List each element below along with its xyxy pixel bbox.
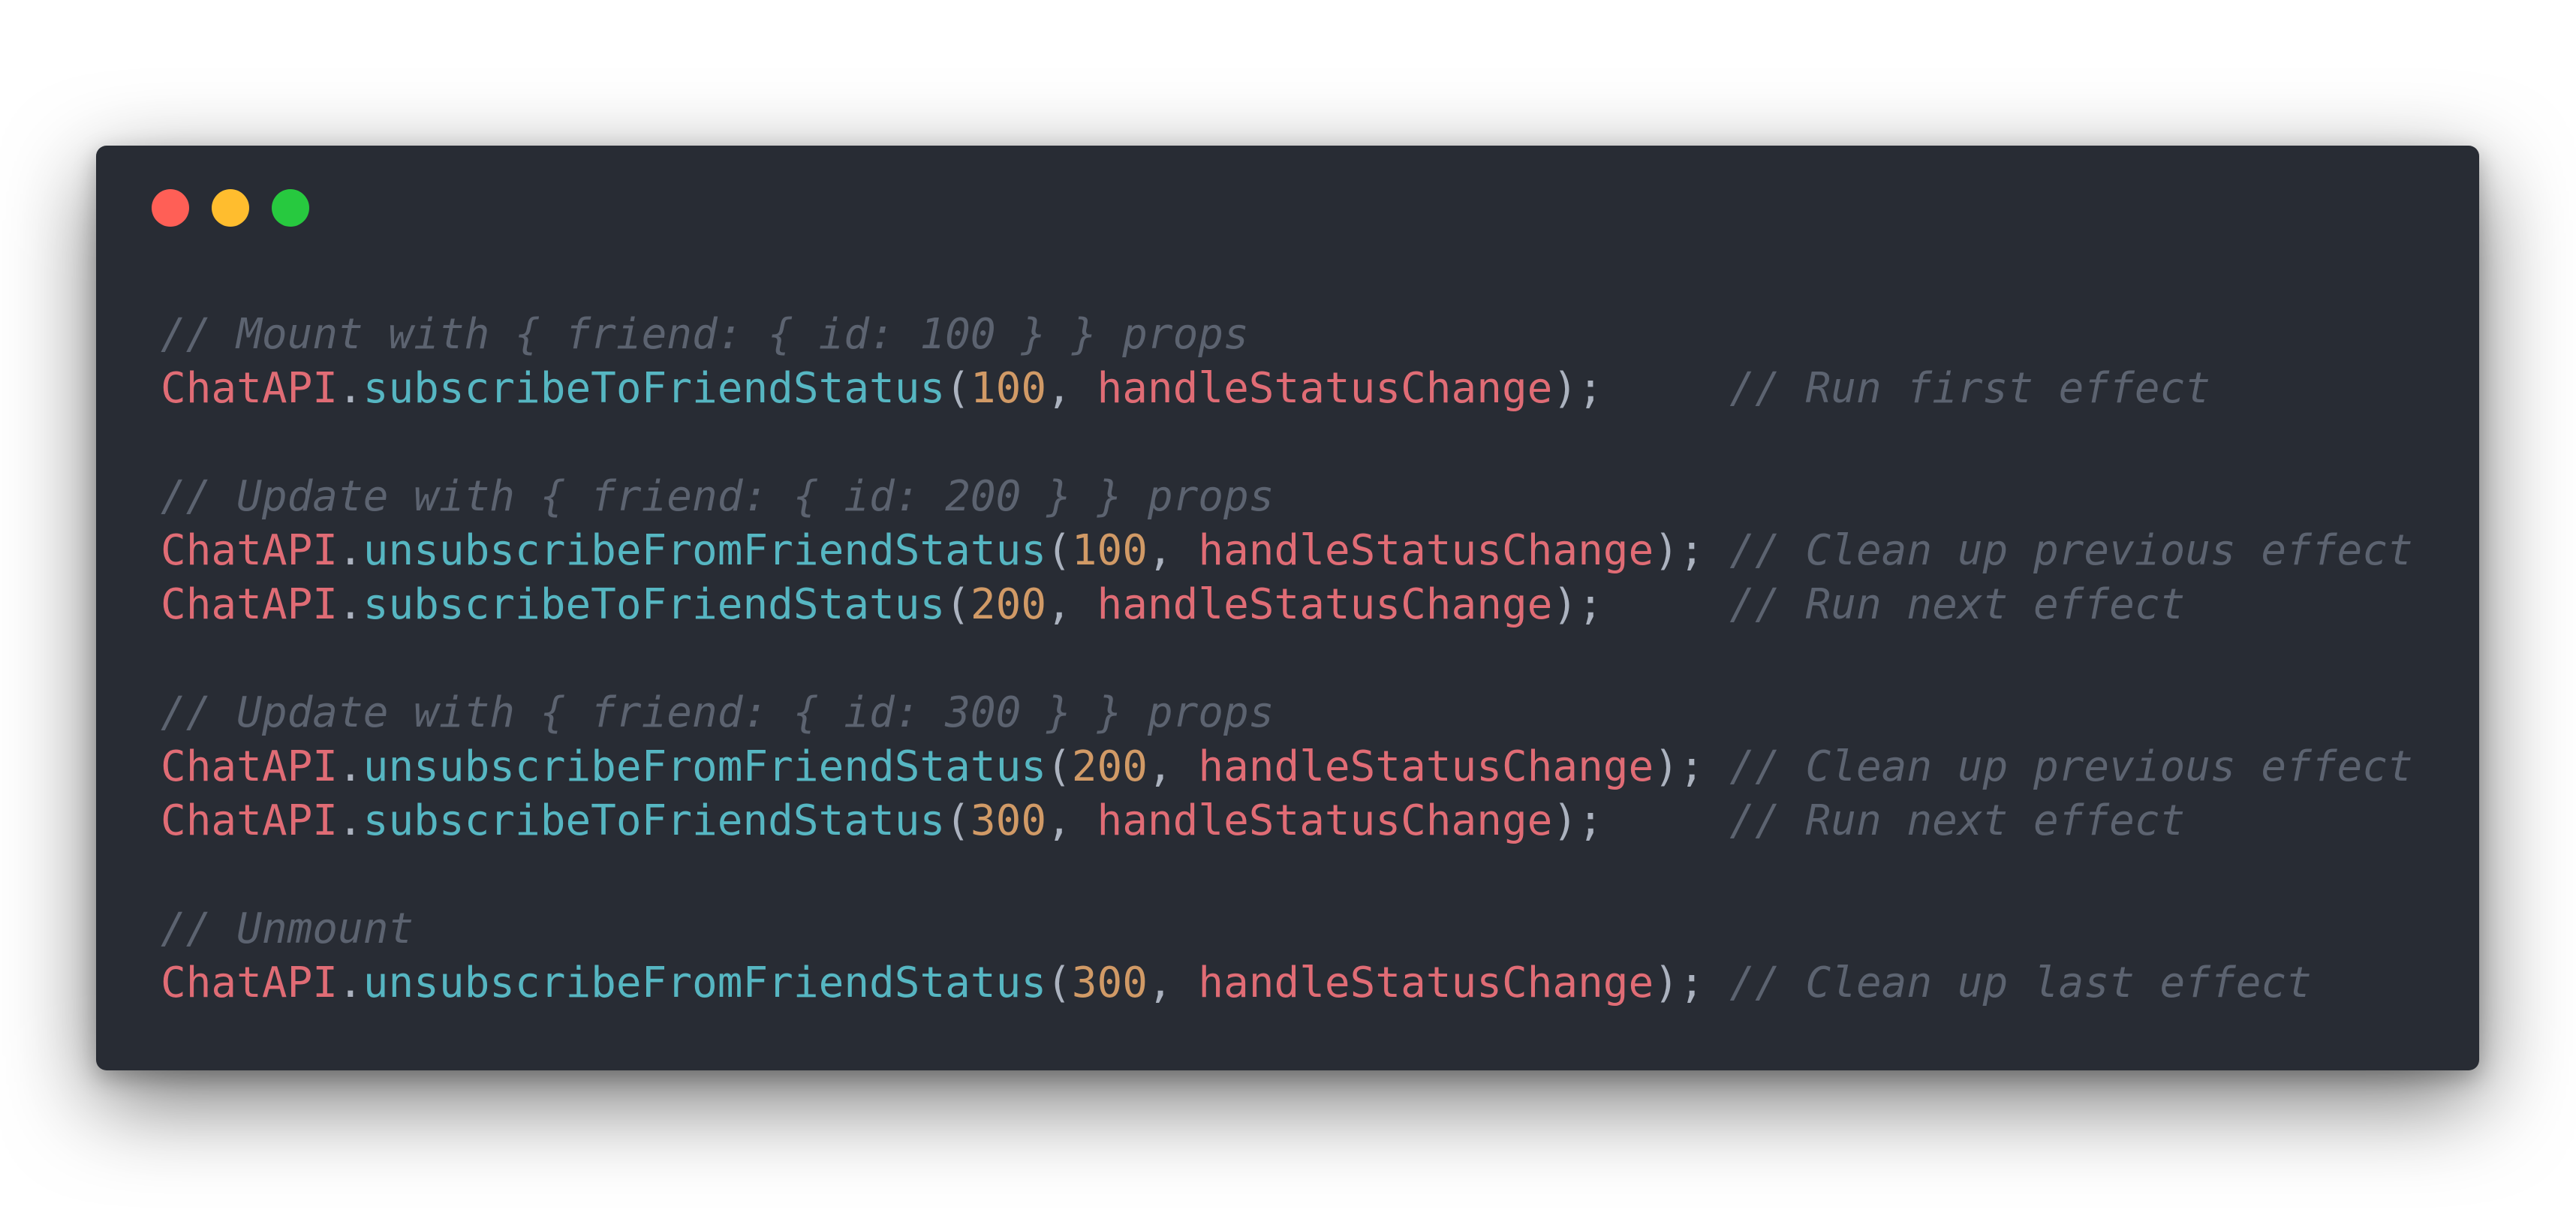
code-open-paren: ( bbox=[945, 580, 971, 629]
code-dot: . bbox=[338, 364, 363, 413]
code-close: ); bbox=[1654, 526, 1705, 575]
code-separator: , bbox=[1046, 364, 1097, 413]
close-dot-icon[interactable] bbox=[152, 189, 189, 227]
maximize-dot-icon[interactable] bbox=[272, 189, 309, 227]
code-comment-line: // Update with { friend: { id: 200 } } p… bbox=[161, 472, 1274, 521]
code-comment-line: // Unmount bbox=[161, 904, 414, 953]
code-padding bbox=[1603, 364, 1730, 413]
code-number: 200 bbox=[1071, 742, 1148, 791]
code-trailing-comment: // Clean up previous effect bbox=[1729, 742, 2413, 791]
code-close: ); bbox=[1654, 959, 1705, 1007]
code-number: 100 bbox=[1071, 526, 1148, 575]
code-line: ChatAPI.subscribeToFriendStatus(200, han… bbox=[161, 578, 2413, 632]
code-open-paren: ( bbox=[1046, 959, 1072, 1007]
code-separator: , bbox=[1046, 796, 1097, 845]
code-separator: , bbox=[1147, 959, 1199, 1007]
code-function: subscribeToFriendStatus bbox=[363, 364, 946, 413]
code-line: ChatAPI.unsubscribeFromFriendStatus(200,… bbox=[161, 740, 2413, 794]
code-object: ChatAPI bbox=[161, 796, 339, 845]
code-trailing-comment: // Run first effect bbox=[1729, 364, 2210, 413]
code-dot: . bbox=[338, 959, 363, 1007]
code-close: ); bbox=[1552, 364, 1603, 413]
code-padding bbox=[1603, 796, 1730, 845]
code-line: ChatAPI.subscribeToFriendStatus(300, han… bbox=[161, 794, 2413, 848]
code-trailing-comment: // Run next effect bbox=[1729, 580, 2186, 629]
code-close: ); bbox=[1552, 796, 1603, 845]
code-line: ChatAPI.subscribeToFriendStatus(100, han… bbox=[161, 362, 2413, 416]
code-function: unsubscribeFromFriendStatus bbox=[363, 959, 1047, 1007]
code-open-paren: ( bbox=[945, 796, 971, 845]
code-dot: . bbox=[338, 580, 363, 629]
code-trailing-comment: // Run next effect bbox=[1729, 796, 2186, 845]
code-padding bbox=[1705, 742, 1730, 791]
code-close: ); bbox=[1654, 742, 1705, 791]
code-param: handleStatusChange bbox=[1198, 959, 1654, 1007]
code-block: // Mount with { friend: { id: 100 } } pr… bbox=[161, 308, 2413, 1010]
code-param: handleStatusChange bbox=[1097, 796, 1553, 845]
code-dot: . bbox=[338, 742, 363, 791]
code-param: handleStatusChange bbox=[1198, 742, 1654, 791]
code-object: ChatAPI bbox=[161, 742, 339, 791]
code-comment-line: // Update with { friend: { id: 300 } } p… bbox=[161, 688, 1274, 737]
minimize-dot-icon[interactable] bbox=[212, 189, 249, 227]
code-object: ChatAPI bbox=[161, 580, 339, 629]
code-separator: , bbox=[1147, 742, 1199, 791]
code-param: handleStatusChange bbox=[1097, 364, 1553, 413]
code-number: 200 bbox=[970, 580, 1047, 629]
code-number: 100 bbox=[970, 364, 1047, 413]
code-function: subscribeToFriendStatus bbox=[363, 796, 946, 845]
code-line: ChatAPI.unsubscribeFromFriendStatus(300,… bbox=[161, 956, 2413, 1010]
code-dot: . bbox=[338, 526, 363, 575]
code-number: 300 bbox=[970, 796, 1047, 845]
code-padding bbox=[1705, 526, 1730, 575]
code-object: ChatAPI bbox=[161, 959, 339, 1007]
code-object: ChatAPI bbox=[161, 364, 339, 413]
code-close: ); bbox=[1552, 580, 1603, 629]
code-padding bbox=[1705, 959, 1730, 1007]
code-separator: , bbox=[1046, 580, 1097, 629]
code-param: handleStatusChange bbox=[1198, 526, 1654, 575]
code-separator: , bbox=[1147, 526, 1199, 575]
code-padding bbox=[1603, 580, 1730, 629]
code-open-paren: ( bbox=[1046, 742, 1072, 791]
code-comment-line: // Mount with { friend: { id: 100 } } pr… bbox=[161, 310, 1249, 359]
code-function: subscribeToFriendStatus bbox=[363, 580, 946, 629]
code-trailing-comment: // Clean up previous effect bbox=[1729, 526, 2413, 575]
code-number: 300 bbox=[1071, 959, 1148, 1007]
code-object: ChatAPI bbox=[161, 526, 339, 575]
code-function: unsubscribeFromFriendStatus bbox=[363, 742, 1047, 791]
code-line: ChatAPI.unsubscribeFromFriendStatus(100,… bbox=[161, 524, 2413, 578]
code-dot: . bbox=[338, 796, 363, 845]
code-function: unsubscribeFromFriendStatus bbox=[363, 526, 1047, 575]
code-open-paren: ( bbox=[945, 364, 971, 413]
code-param: handleStatusChange bbox=[1097, 580, 1553, 629]
code-trailing-comment: // Clean up last effect bbox=[1729, 959, 2312, 1007]
code-open-paren: ( bbox=[1046, 526, 1072, 575]
code-window: // Mount with { friend: { id: 100 } } pr… bbox=[96, 146, 2479, 1070]
